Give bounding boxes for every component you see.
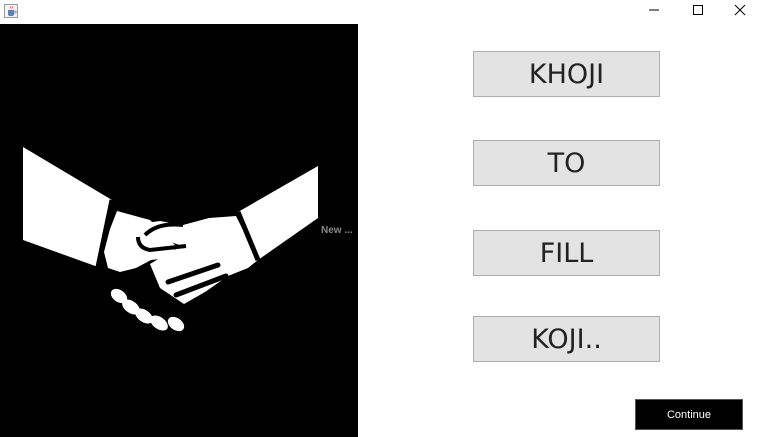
close-icon (734, 3, 746, 21)
handshake-icon (23, 147, 318, 332)
minimize-icon (648, 3, 660, 21)
word-button-3[interactable]: FILL (473, 230, 660, 276)
java-cup-icon (4, 4, 18, 18)
word-button-1[interactable]: KHOJI (473, 51, 660, 97)
title-bar[interactable] (0, 0, 760, 24)
maximize-icon (692, 3, 704, 21)
app-window: New ... KHOJI TO FILL KOJI.. Continue (0, 0, 760, 437)
continue-button[interactable]: Continue (635, 399, 743, 430)
clipped-label: New ... (321, 225, 353, 236)
minimize-button[interactable] (632, 0, 676, 24)
word-button-4[interactable]: KOJI.. (473, 316, 660, 362)
close-button[interactable] (718, 0, 760, 24)
handshake-image-panel (0, 24, 358, 437)
word-button-2[interactable]: TO (473, 140, 660, 186)
maximize-button[interactable] (676, 0, 720, 24)
